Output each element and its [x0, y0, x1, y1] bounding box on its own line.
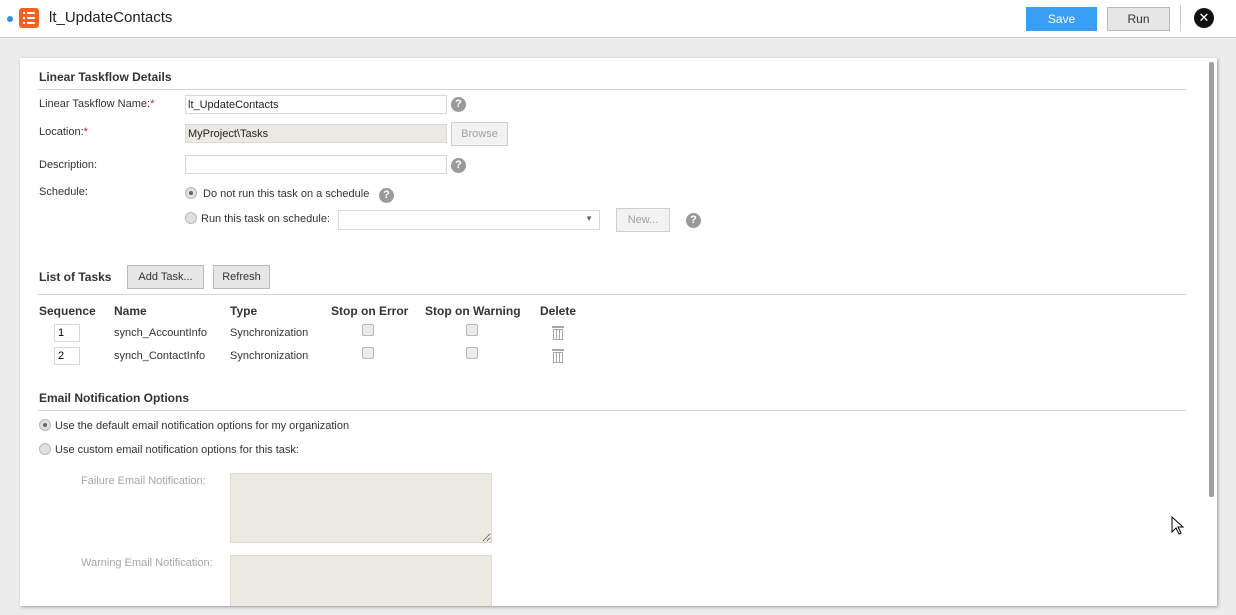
stop-on-warning-checkbox[interactable]: [466, 324, 478, 336]
sequence-input[interactable]: [54, 324, 80, 342]
top-bar: lt_UpdateContacts Save Run ✕: [0, 0, 1236, 38]
schedule-label: Schedule:: [39, 186, 88, 198]
section-divider: [38, 410, 1186, 411]
mouse-cursor-icon: [1171, 516, 1185, 535]
column-header-delete: Delete: [540, 304, 577, 318]
vertical-scrollbar[interactable]: [1209, 62, 1214, 497]
taskflow-name-input[interactable]: [185, 95, 447, 114]
schedule-select[interactable]: ▼: [338, 210, 600, 230]
browse-button[interactable]: Browse: [451, 122, 508, 146]
stop-on-error-checkbox[interactable]: [362, 324, 374, 336]
schedule-none-label: Do not run this task on a schedule: [203, 188, 370, 200]
warning-email-label: Warning Email Notification:: [81, 557, 213, 569]
new-schedule-button[interactable]: New...: [616, 208, 670, 232]
name-label: Linear Taskflow Name:*: [39, 98, 154, 110]
schedule-run-radio[interactable]: [185, 212, 197, 224]
task-name[interactable]: synch_ContactInfo: [114, 350, 205, 362]
refresh-button[interactable]: Refresh: [213, 265, 270, 289]
task-name[interactable]: synch_AccountInfo: [114, 327, 207, 339]
column-header-type: Type: [230, 304, 258, 318]
dropdown-arrow-icon: ▼: [585, 214, 593, 223]
stop-on-error-checkbox[interactable]: [362, 347, 374, 359]
help-icon[interactable]: ?: [686, 213, 701, 228]
tasks-section-title: List of Tasks: [39, 270, 112, 284]
trash-icon[interactable]: [552, 325, 564, 340]
failure-email-textarea[interactable]: [230, 473, 492, 543]
help-icon[interactable]: ?: [451, 97, 466, 112]
email-section-title: Email Notification Options: [39, 391, 190, 405]
help-icon[interactable]: ?: [379, 188, 394, 203]
column-header-stop-on-warning: Stop on Warning: [425, 304, 521, 318]
column-header-sequence: Sequence: [39, 304, 96, 318]
schedule-none-radio[interactable]: [185, 187, 197, 199]
stop-on-warning-checkbox[interactable]: [466, 347, 478, 359]
details-section-title: Linear Taskflow Details: [39, 70, 172, 84]
toolbar-divider: [1180, 5, 1181, 31]
section-divider: [38, 89, 1186, 90]
column-header-stop-on-error: Stop on Error: [331, 304, 409, 318]
run-button[interactable]: Run: [1107, 7, 1170, 31]
email-custom-label: Use custom email notification options fo…: [55, 444, 299, 456]
location-input[interactable]: [185, 124, 447, 143]
email-default-radio[interactable]: [39, 419, 51, 431]
help-icon[interactable]: ?: [451, 158, 466, 173]
linear-taskflow-icon: [19, 8, 39, 28]
page-title: lt_UpdateContacts: [49, 9, 173, 26]
task-type: Synchronization: [230, 350, 309, 362]
section-divider: [38, 294, 1186, 295]
warning-email-textarea[interactable]: [230, 555, 492, 606]
close-icon[interactable]: ✕: [1194, 8, 1214, 28]
description-input[interactable]: [185, 155, 447, 174]
required-mark: *: [150, 98, 155, 110]
taskflow-details-panel: Linear Taskflow Details Linear Taskflow …: [20, 58, 1217, 606]
trash-icon[interactable]: [552, 348, 564, 363]
email-default-label: Use the default email notification optio…: [55, 420, 350, 432]
task-type: Synchronization: [230, 327, 309, 339]
name-label-text: Linear Taskflow Name:: [39, 98, 151, 110]
required-mark: *: [83, 126, 88, 138]
email-custom-radio[interactable]: [39, 443, 51, 455]
column-header-name: Name: [114, 304, 147, 318]
unsaved-indicator-dot: [7, 16, 13, 22]
location-label: Location:*: [39, 126, 88, 138]
sequence-input[interactable]: [54, 347, 80, 365]
description-label: Description:: [39, 159, 98, 171]
failure-email-label: Failure Email Notification:: [81, 475, 206, 487]
location-label-text: Location:: [39, 126, 84, 138]
add-task-button[interactable]: Add Task...: [127, 265, 204, 289]
schedule-run-label: Run this task on schedule:: [201, 213, 331, 225]
save-button[interactable]: Save: [1026, 7, 1097, 31]
